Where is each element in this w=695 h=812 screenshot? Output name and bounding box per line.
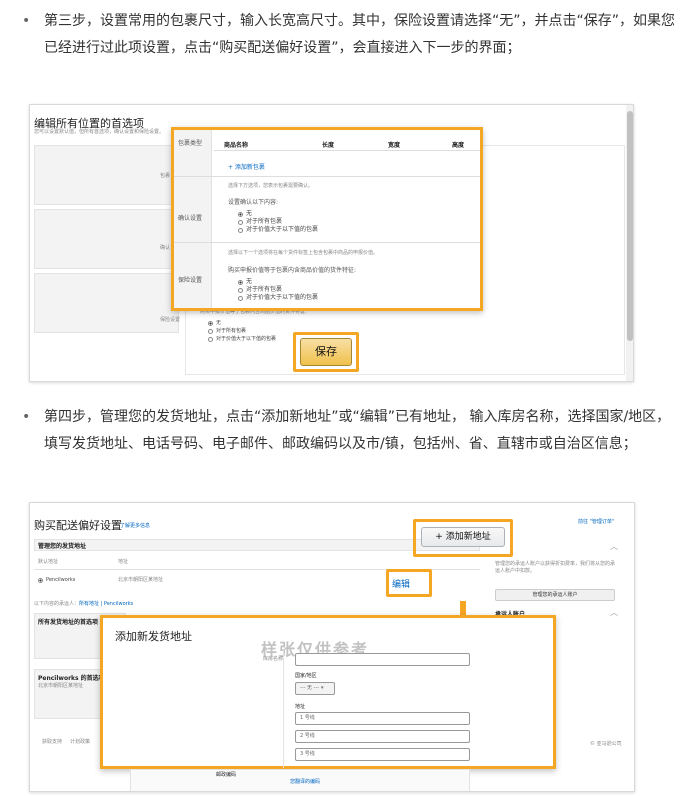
col-product-name: 商品名称 [224, 142, 249, 149]
step3-bullet: • [22, 13, 31, 29]
save-button[interactable]: 保存 [300, 338, 352, 366]
insurance-options: 无 对于所有包裹 对于价值大于以下值的包裹 [238, 278, 318, 302]
insurance-section-left [34, 273, 179, 333]
manage-orders-link[interactable]: 前往 "管理订单" [578, 519, 614, 526]
col-width: 宽度 [388, 142, 401, 149]
confirm-hint: 选择下方选项，您表示包裹需要确认。 [228, 183, 314, 189]
collapse-chevron-icon-2[interactable]: ︿ [610, 609, 618, 617]
address-label: 地址 [295, 704, 306, 710]
insurance-hint: 选择以下一个选项将在每个货件标签上包含包裹中商品的申报价值。 [228, 250, 379, 256]
insurance-question: 购买申报价值等于包裹内含商品价值的货件特征: [228, 267, 357, 274]
pencil-header: Pencilworks 的首选项 [38, 675, 105, 682]
settings-popup: 包裹类型 商品名称 长度 宽度 高度 + 添加新包裹 确认设置 选择下方选项，您… [171, 127, 483, 311]
accounts-text: 以下内容的承运人：所有地址 | Pencilworks [34, 601, 134, 607]
col-height: 高度 [452, 142, 465, 149]
back-opt-none[interactable]: 无 [208, 319, 276, 327]
header-divider [214, 150, 480, 151]
postal-label: 邮政编码 [216, 772, 237, 778]
insurance-opt-all[interactable]: 对于所有包裹 [238, 286, 318, 294]
manage-header: 管理您的发货地址 [38, 543, 87, 550]
confirm-label: 确认 [160, 245, 171, 251]
right-text: 管理您的承运人账户以获得折扣费率，我们将从您的承运人账户中扣款。 [495, 561, 616, 574]
accounts-links[interactable]: 所有地址 | Pencilworks [79, 601, 133, 607]
address-line-3[interactable]: 3 号线 [295, 748, 470, 761]
confirm-settings-label: 确认设置 [178, 215, 203, 222]
insurance-opt-value[interactable]: 对于价值大于以下值的包裹 [238, 294, 318, 302]
postal-link[interactable]: 您翻译的编码 [290, 779, 320, 786]
warehouse-label: 库房名称 [263, 656, 284, 662]
chevron-down-icon: ▾ [321, 685, 324, 691]
back-opt-all[interactable]: 对于所有包裹 [208, 327, 276, 335]
warehouse-input[interactable] [295, 653, 470, 666]
modal-title: 添加新发货地址 [115, 630, 192, 643]
modal-column-divider [283, 650, 284, 768]
country-select[interactable]: --- 无 --- ▾ [295, 682, 335, 695]
insurance-settings-label: 保险设置 [178, 277, 203, 284]
all-addr-header: 所有发货地址的首选项 [38, 619, 99, 626]
default-address-row[interactable]: Pencilworks [38, 576, 75, 584]
confirm-opt-all[interactable]: 对于所有包裹 [238, 218, 318, 226]
page-title-2: 购买配送偏好设置 [34, 519, 122, 532]
pencil-sub: 北京市朝阳区某地址 [38, 683, 84, 689]
package-section-left [34, 145, 179, 205]
package-label: 包裹 [160, 173, 171, 179]
add-address-button[interactable]: + 添加新地址 [421, 527, 505, 547]
section-divider-2 [174, 242, 480, 243]
package-settings-screenshot: 编辑所有位置的首选项 您可以设置默认值，但所有首选项，确认设置和保险设置。 包裹… [29, 104, 634, 382]
edit-link[interactable]: 编辑 [392, 577, 410, 590]
page-subtitle: 您可以设置默认值，但所有首选项，确认设置和保险设置。 [34, 129, 165, 135]
address-settings-screenshot: 购买配送偏好设置 了解更多信息 前往 "管理订单" 管理您的发货地址 默认地址 … [29, 502, 635, 792]
back-insurance-options: 无 对于所有包裹 对于价值大于以下值的包裹 [208, 319, 276, 343]
address-line-2[interactable]: 2 号线 [295, 730, 470, 743]
add-address-modal: 添加新发货地址 样张仅供参考 库房名称 国家/地区 --- 无 --- ▾ 地址 … [100, 615, 556, 769]
section-divider-1 [174, 176, 480, 177]
confirm-opt-value[interactable]: 对于价值大于以下值的包裹 [238, 226, 318, 234]
package-type-label: 包裹类型 [178, 140, 203, 147]
step4-text: 第四步，管理您的发货地址，点击“添加新地址”或“编辑”已有地址， 输入库房名称，… [44, 409, 671, 452]
learn-more-link[interactable]: 了解更多信息 [120, 523, 150, 530]
manage-carrier-button[interactable]: 管理您的承运人账户 [495, 589, 615, 601]
step4-paragraph: • 第四步，管理您的发货地址，点击“添加新地址”或“编辑”已有地址， 输入库房名… [22, 404, 682, 458]
step3-text: 第三步，设置常用的包裹尺寸，输入长宽高尺寸。其中，保险设置请选择“无”，并点击“… [44, 13, 676, 56]
default-address: 北京市朝阳区某地址 [118, 577, 164, 583]
col-default: 默认地址 [38, 559, 59, 565]
footer-support[interactable]: 获取支持 [42, 739, 62, 746]
address-line-1[interactable]: 1 号线 [295, 712, 470, 725]
confirm-question: 设置确认以下内容: [228, 199, 279, 206]
confirm-section-left [34, 209, 179, 269]
step4-bullet: • [22, 409, 31, 425]
step3-paragraph: • 第三步，设置常用的包裹尺寸，输入长宽高尺寸。其中，保险设置请选择“无”，并点… [22, 8, 682, 62]
insurance-opt-none[interactable]: 无 [238, 278, 318, 286]
insurance-label-back: 保险设置 [160, 317, 181, 323]
back-opt-value[interactable]: 对于价值大于以下值的包裹 [208, 335, 276, 343]
scrollbar-thumb[interactable] [627, 111, 633, 341]
country-label: 国家/地区 [295, 673, 317, 679]
add-package-link[interactable]: + 添加新包裹 [228, 162, 265, 171]
confirm-opt-none[interactable]: 无 [238, 210, 318, 218]
footer-policy[interactable]: 计划政策 [70, 739, 90, 746]
col-length: 长度 [322, 142, 335, 149]
scrollbar[interactable] [626, 105, 633, 381]
confirm-options: 无 对于所有包裹 对于价值大于以下值的包裹 [238, 210, 318, 234]
copyright: © 亚马逊公司 [590, 741, 622, 747]
col-address: 地址 [118, 559, 129, 565]
collapse-chevron-icon[interactable]: ︿ [610, 543, 618, 551]
